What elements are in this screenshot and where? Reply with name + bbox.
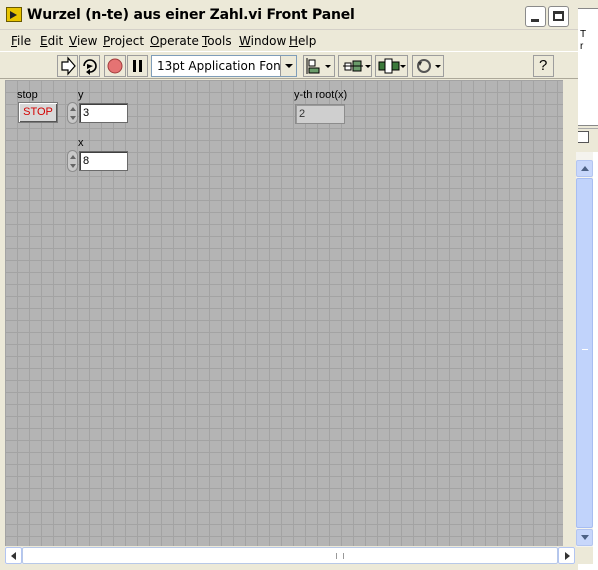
x-numeric-control: 8 [67, 150, 129, 172]
title-bar[interactable]: Wurzel (n-te) aus einer Zahl.vi Front Pa… [0, 0, 578, 30]
result-label: y-th root(x) [294, 89, 348, 101]
scroll-down-button[interactable] [576, 529, 593, 546]
menu-project[interactable]: Project [103, 34, 144, 48]
pause-icon[interactable] [127, 55, 148, 77]
menu-tools[interactable]: Tools [202, 34, 232, 48]
abort-icon[interactable] [104, 55, 126, 77]
menu-window[interactable]: Window [239, 34, 286, 48]
front-panel-window: Wurzel (n-te) aus einer Zahl.vi Front Pa… [0, 0, 593, 570]
scroll-left-button[interactable] [5, 547, 22, 564]
background-window-text: r [580, 41, 584, 52]
run-continuously-icon[interactable] [79, 55, 100, 77]
y-input[interactable]: 3 [79, 103, 128, 123]
scroll-up-button[interactable] [576, 160, 593, 177]
minimize-button[interactable] [525, 6, 546, 27]
maximize-button[interactable] [548, 6, 569, 27]
grid-icon[interactable] [577, 131, 589, 143]
x-input[interactable]: 8 [79, 151, 128, 171]
stop-label: stop [17, 89, 38, 101]
menu-view[interactable]: View [69, 34, 97, 48]
menu-operate[interactable]: Operate [150, 34, 199, 48]
menu-bar: File Edit View Project Operate Tools Win… [0, 31, 578, 51]
font-selector-value: 13pt Application Font [157, 59, 286, 73]
front-panel-canvas[interactable]: stop STOP y 3 x 8 y-th root(x) 2 [5, 80, 563, 546]
help-label: ? [539, 57, 548, 74]
result-indicator: 2 [295, 104, 345, 124]
menu-file[interactable]: File [11, 34, 31, 48]
window-title: Wurzel (n-te) aus einer Zahl.vi Front Pa… [27, 7, 355, 23]
vertical-scrollbar-thumb[interactable] [576, 178, 593, 528]
reorder-icon[interactable] [412, 55, 444, 77]
y-label: y [78, 89, 84, 101]
font-selector[interactable]: 13pt Application Font [151, 55, 297, 77]
menu-help[interactable]: Help [289, 34, 316, 48]
chevron-down-icon[interactable] [280, 56, 296, 76]
run-arrow-icon[interactable] [57, 55, 78, 77]
resize-objects-icon[interactable] [375, 55, 408, 77]
scroll-right-button[interactable] [558, 547, 575, 564]
y-increment-arrows[interactable] [67, 102, 78, 124]
scrollbar-corner [576, 547, 593, 564]
scroll-grip-icon [336, 553, 344, 559]
labview-vi-icon [6, 7, 22, 22]
menu-edit[interactable]: Edit [40, 34, 63, 48]
context-help-icon[interactable]: ? [533, 55, 554, 77]
background-window-text: T [580, 29, 587, 40]
x-increment-arrows[interactable] [67, 150, 78, 172]
horizontal-scrollbar-thumb[interactable] [22, 547, 558, 564]
stop-button[interactable]: STOP [18, 102, 58, 123]
toolbar: 13pt Application Font ? [0, 51, 578, 79]
scroll-grip-icon [582, 349, 588, 350]
distribute-objects-icon[interactable] [338, 55, 372, 77]
align-objects-icon[interactable] [303, 55, 335, 77]
y-numeric-control: 3 [67, 102, 129, 124]
x-label: x [78, 137, 84, 149]
